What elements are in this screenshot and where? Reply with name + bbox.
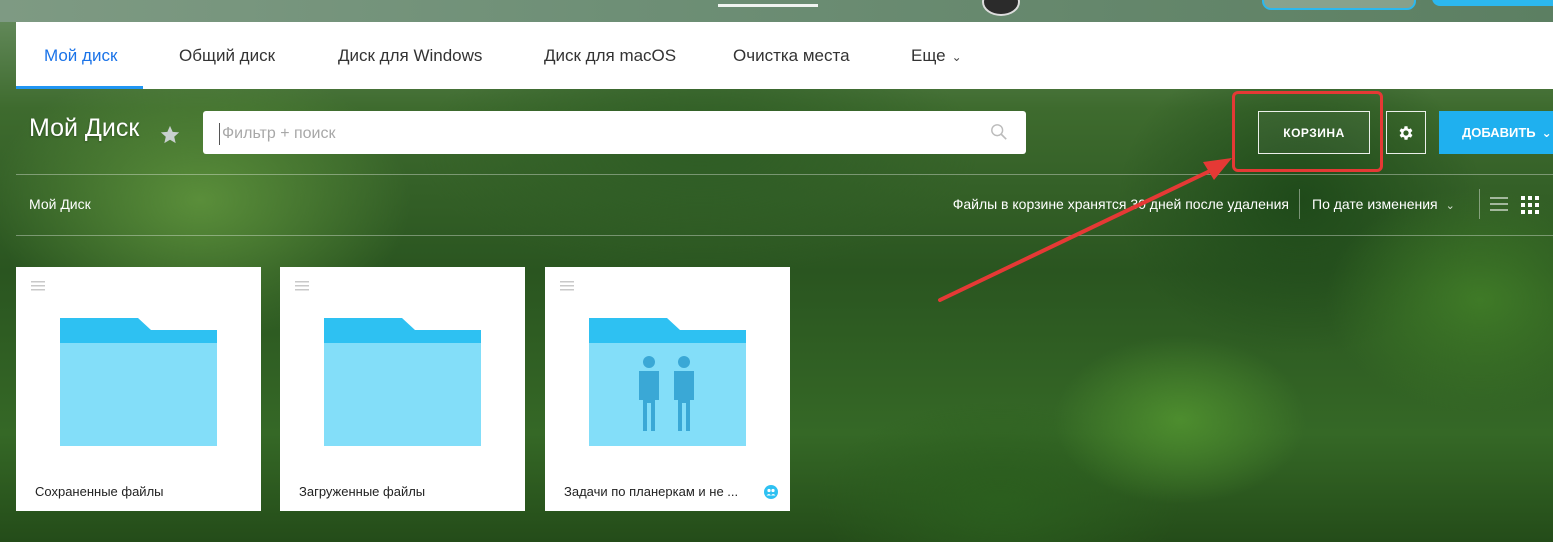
settings-button[interactable] bbox=[1386, 111, 1426, 154]
divider bbox=[1479, 189, 1480, 219]
logo bbox=[718, 0, 818, 7]
tab-label: Очистка места bbox=[733, 46, 850, 65]
sort-label: По дате изменения bbox=[1312, 196, 1438, 212]
star-icon[interactable] bbox=[159, 124, 181, 146]
header-primary-button[interactable] bbox=[1432, 0, 1553, 6]
tab-label: Диск для Windows bbox=[338, 46, 483, 65]
folder-card[interactable]: Загруженные файлы bbox=[280, 267, 525, 511]
tab-macos-disk[interactable]: Диск для macOS bbox=[544, 22, 676, 89]
tab-label: Общий диск bbox=[179, 46, 276, 65]
trash-button-label: КОРЗИНА bbox=[1283, 125, 1345, 140]
divider bbox=[16, 174, 1553, 175]
tab-cleanup[interactable]: Очистка места bbox=[733, 22, 850, 89]
tab-shared-disk[interactable]: Общий диск bbox=[179, 22, 275, 89]
grid-view-icon[interactable] bbox=[1521, 196, 1539, 214]
folder-name: Сохраненные файлы bbox=[35, 484, 164, 499]
trash-button[interactable]: КОРЗИНА bbox=[1258, 111, 1370, 154]
chevron-down-icon: ⌄ bbox=[951, 50, 962, 64]
folder-icon bbox=[324, 318, 481, 446]
folder-name: Задачи по планеркам и не ... bbox=[564, 484, 739, 499]
divider bbox=[16, 235, 1553, 236]
folder-card[interactable]: Задачи по планеркам и не ... bbox=[545, 267, 790, 511]
header-outline-button[interactable] bbox=[1262, 0, 1416, 10]
main-nav: Мой диск Общий диск Диск для Windows Дис… bbox=[15, 22, 1553, 89]
menu-icon[interactable] bbox=[560, 281, 574, 291]
chevron-down-icon: ⌄ bbox=[1445, 200, 1455, 212]
shared-folder-icon bbox=[589, 318, 746, 446]
top-strip bbox=[0, 0, 1553, 22]
trash-retention-note: Файлы в корзине хранятся 30 дней после у… bbox=[952, 196, 1289, 212]
breadcrumb[interactable]: Мой Диск bbox=[29, 196, 91, 212]
search-box bbox=[203, 111, 1026, 154]
gear-icon bbox=[1399, 125, 1413, 140]
tab-label: Еще bbox=[911, 46, 946, 65]
menu-icon[interactable] bbox=[295, 281, 309, 291]
add-button-label: ДОБАВИТЬ bbox=[1462, 125, 1536, 140]
tab-label: Мой диск bbox=[44, 46, 118, 65]
tab-more[interactable]: Еще ⌄ bbox=[911, 22, 962, 89]
list-view-icon[interactable] bbox=[1490, 196, 1508, 212]
folder-icon bbox=[60, 318, 217, 446]
folder-name: Загруженные файлы bbox=[299, 484, 426, 499]
divider bbox=[1299, 189, 1300, 219]
tab-label: Диск для macOS bbox=[544, 46, 677, 65]
chevron-down-icon: ⌄ bbox=[1541, 125, 1552, 140]
page-title: Мой Диск bbox=[29, 114, 140, 142]
add-button[interactable]: ДОБАВИТЬ ⌄ bbox=[1439, 111, 1553, 154]
tab-my-disk[interactable]: Мой диск bbox=[15, 22, 144, 89]
sort-dropdown[interactable]: По дате изменения ⌄ bbox=[1312, 196, 1455, 212]
shared-users-icon bbox=[764, 485, 778, 499]
tab-windows-disk[interactable]: Диск для Windows bbox=[338, 22, 482, 89]
search-icon[interactable] bbox=[990, 123, 1008, 141]
avatar[interactable] bbox=[982, 0, 1020, 16]
menu-icon[interactable] bbox=[31, 281, 45, 291]
search-input[interactable] bbox=[219, 123, 984, 145]
folder-card[interactable]: Сохраненные файлы bbox=[16, 267, 261, 511]
